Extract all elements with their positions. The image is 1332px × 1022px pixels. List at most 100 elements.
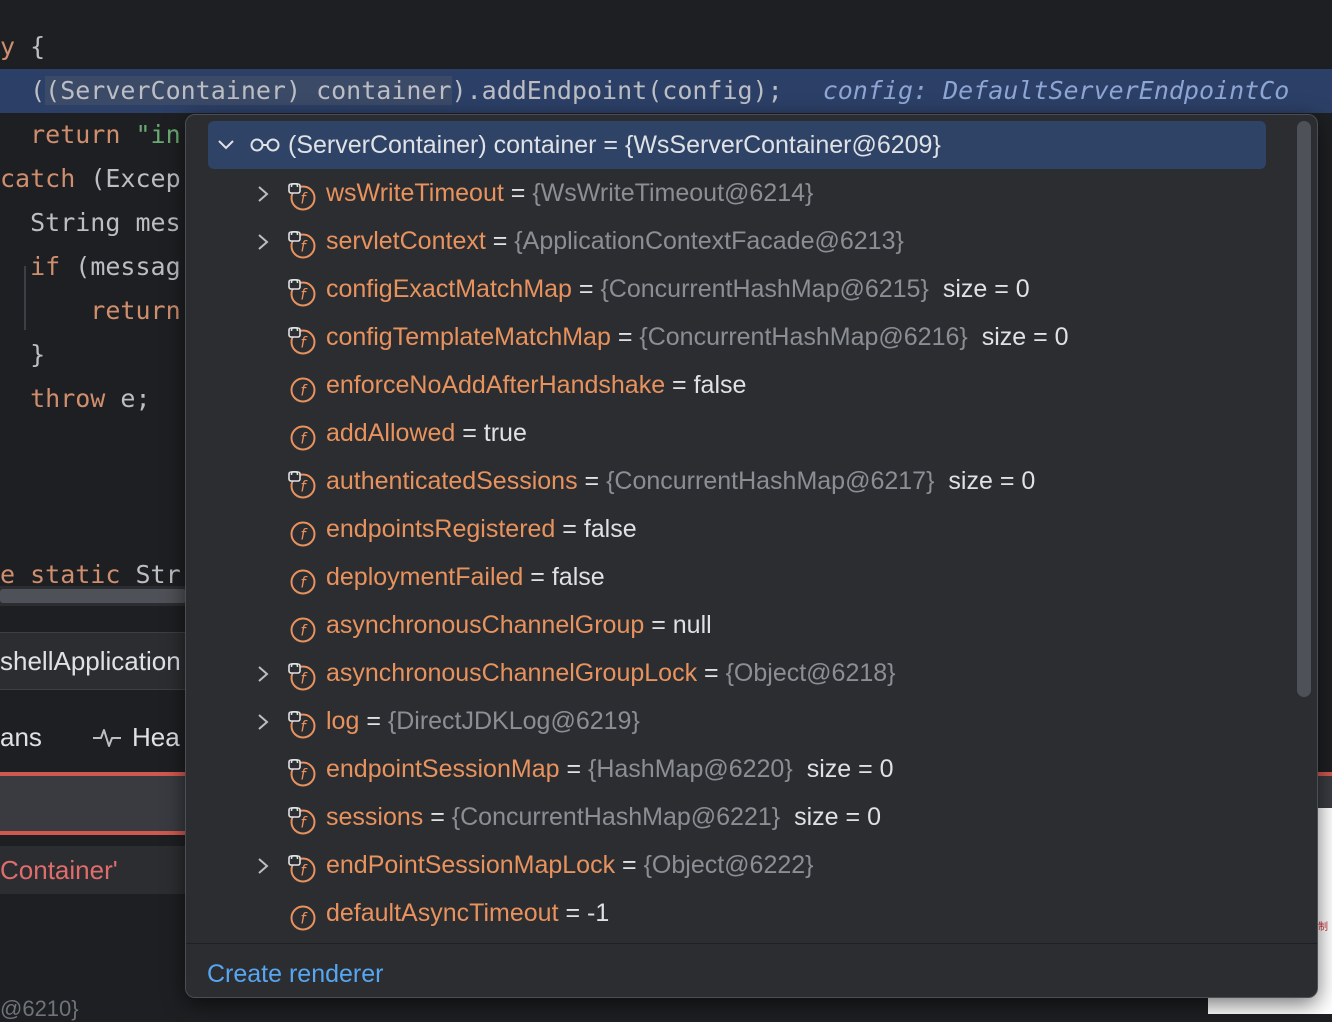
debugger-value-popup[interactable]: (ServerContainer) container = {WsServerC…: [185, 114, 1318, 998]
popup-footer: Create renderer: [186, 943, 1317, 997]
variable-text: asynchronousChannelGroup = null: [326, 601, 712, 649]
field-value: -1: [587, 899, 610, 927]
field-name: configExactMatchMap: [326, 275, 572, 303]
variable-row-configtemplatematchmap[interactable]: f configTemplateMatchMap = {ConcurrentHas…: [186, 313, 1290, 361]
variable-row-asynchronouschannelgrouplock[interactable]: f asynchronousChannelGroupLock = {Object@…: [186, 649, 1290, 697]
root-expression-line: (ServerContainer) container = {WsServerC…: [288, 121, 941, 169]
code-token: }: [0, 340, 46, 369]
field-locked-icon: f: [288, 851, 316, 883]
root-expression: (ServerContainer) container: [288, 131, 597, 159]
chevron-right-icon[interactable]: [254, 169, 274, 217]
svg-text:f: f: [300, 718, 308, 736]
field-name: addAllowed: [326, 419, 456, 447]
field-value: null: [672, 611, 712, 639]
code-token: e;: [105, 384, 151, 413]
collection-size: size = 0: [942, 275, 1030, 303]
variable-text: addAllowed = true: [326, 409, 527, 457]
collection-size: size = 0: [948, 467, 1036, 495]
field-name: asynchronousChannelGroupLock: [326, 659, 698, 687]
variable-row-deploymentfailed[interactable]: f deploymentFailed = false: [186, 553, 1290, 601]
external-window-mark: 制: [1318, 922, 1328, 933]
variable-row-enforcenoaddafterhandshake[interactable]: f enforceNoAddAfterHandshake = false: [186, 361, 1290, 409]
field-name: endPointSessionMapLock: [326, 851, 616, 879]
variable-row-endpointsessionmaplock[interactable]: f endPointSessionMapLock = {Object@6222}: [186, 841, 1290, 889]
variable-text: servletContext = {ApplicationContextFaca…: [326, 217, 904, 265]
field-name: defaultAsyncTimeout: [326, 899, 559, 927]
variable-row-asynchronouschannelgroup[interactable]: f asynchronousChannelGroup = null: [186, 601, 1290, 649]
svg-text:f: f: [300, 814, 308, 832]
console-error-text: Container': [0, 855, 118, 885]
variable-row-configexactmatchmap[interactable]: f configExactMatchMap = {ConcurrentHashMa…: [186, 265, 1290, 313]
pulse-icon: [93, 729, 121, 747]
code-line: if (messag: [0, 245, 181, 289]
chevron-right-icon[interactable]: [254, 697, 274, 745]
chevron-right-icon[interactable]: [254, 841, 274, 889]
chevron-down-icon[interactable]: [216, 121, 236, 169]
equals-sign: =: [523, 563, 552, 591]
code-token: String mes: [0, 208, 181, 237]
variable-text: configTemplateMatchMap = {ConcurrentHash…: [326, 313, 1069, 361]
chevron-right-icon[interactable]: [254, 217, 274, 265]
svg-text:f: f: [300, 622, 308, 640]
variable-text: configExactMatchMap = {ConcurrentHashMap…: [326, 265, 1030, 313]
svg-text:f: f: [300, 910, 308, 928]
variable-text: log = {DirectJDKLog@6219}: [326, 697, 640, 745]
code-token: (messag: [60, 252, 181, 281]
variable-text: endpointsRegistered = false: [326, 505, 637, 553]
field-icon: f: [288, 899, 316, 931]
code-token: (: [0, 76, 46, 105]
code-token: e static: [0, 560, 136, 589]
indent-guide: [24, 266, 26, 330]
variable-row-sessions[interactable]: f sessions = {ConcurrentHashMap@6221} size…: [186, 793, 1290, 841]
collection-size: size = 0: [794, 803, 881, 831]
object-reference: {Object@6218}: [725, 659, 896, 687]
root-value: {WsServerContainer@6209}: [624, 131, 941, 159]
run-config-tab[interactable]: shellApplication: [0, 632, 186, 690]
code-line: String mes: [0, 201, 181, 245]
equals-sign: =: [697, 659, 726, 687]
object-reference: {ConcurrentHashMap@6221}: [451, 803, 781, 831]
svg-text:f: f: [300, 382, 308, 400]
variable-row-endpointsregistered[interactable]: f endpointsRegistered = false: [186, 505, 1290, 553]
object-reference: {ConcurrentHashMap@6216}: [639, 323, 968, 351]
code-token: ).addEndpoint(config);: [451, 76, 783, 105]
tab-health-label: Hea: [132, 722, 180, 752]
tab-health[interactable]: Hea: [92, 712, 180, 762]
equals-sign: =: [503, 179, 533, 207]
object-reference: {ConcurrentHashMap@6215}: [600, 275, 929, 303]
code-line: return: [0, 289, 180, 333]
svg-text:f: f: [300, 430, 308, 448]
variable-row-servletcontext[interactable]: f servletContext = {ApplicationContextFac…: [186, 217, 1290, 265]
object-reference: {WsWriteTimeout@6214}: [532, 179, 814, 207]
collection-size: size = 0: [981, 323, 1069, 351]
create-renderer-link[interactable]: Create renderer: [207, 944, 383, 997]
variable-row-defaultasynctimeout[interactable]: f defaultAsyncTimeout = -1: [186, 889, 1290, 937]
variable-row-log[interactable]: f log = {DirectJDKLog@6219}: [186, 697, 1290, 745]
variable-text: deploymentFailed = false: [326, 553, 605, 601]
tree-root-row[interactable]: (ServerContainer) container = {WsServerC…: [208, 121, 1266, 169]
variable-row-authenticatedsessions[interactable]: f authenticatedSessions = {ConcurrentHash…: [186, 457, 1290, 505]
run-config-label: shellApplication: [0, 646, 181, 676]
field-name: servletContext: [326, 227, 486, 255]
variable-row-addallowed[interactable]: f addAllowed = true: [186, 409, 1290, 457]
editor-scroll-thumb[interactable]: [0, 589, 186, 603]
variables-tree[interactable]: (ServerContainer) container = {WsServerC…: [186, 115, 1290, 943]
variable-row-wswritetimeout[interactable]: f wsWriteTimeout = {WsWriteTimeout@6214}: [186, 169, 1290, 217]
chevron-right-icon[interactable]: [254, 649, 274, 697]
equals-sign: =: [359, 707, 388, 735]
field-name: sessions: [326, 803, 424, 831]
field-locked-icon: f: [288, 707, 316, 739]
variable-row-endpointsessionmap[interactable]: f endpointSessionMap = {HashMap@6220} size…: [186, 745, 1290, 793]
equals-sign: =: [644, 611, 673, 639]
field-value: false: [551, 563, 605, 591]
svg-text:f: f: [300, 478, 308, 496]
variable-text: asynchronousChannelGroupLock = {Object@6…: [326, 649, 896, 697]
variable-text: endPointSessionMapLock = {Object@6222}: [326, 841, 814, 889]
popup-scroll-thumb[interactable]: [1297, 121, 1311, 697]
tab-beans[interactable]: ans: [0, 722, 42, 752]
field-name: endpointsRegistered: [326, 515, 556, 543]
svg-text:f: f: [300, 190, 308, 208]
equals-sign: =: [558, 899, 588, 927]
code-line: }: [0, 333, 45, 377]
object-reference: {ApplicationContextFacade@6213}: [514, 227, 904, 255]
